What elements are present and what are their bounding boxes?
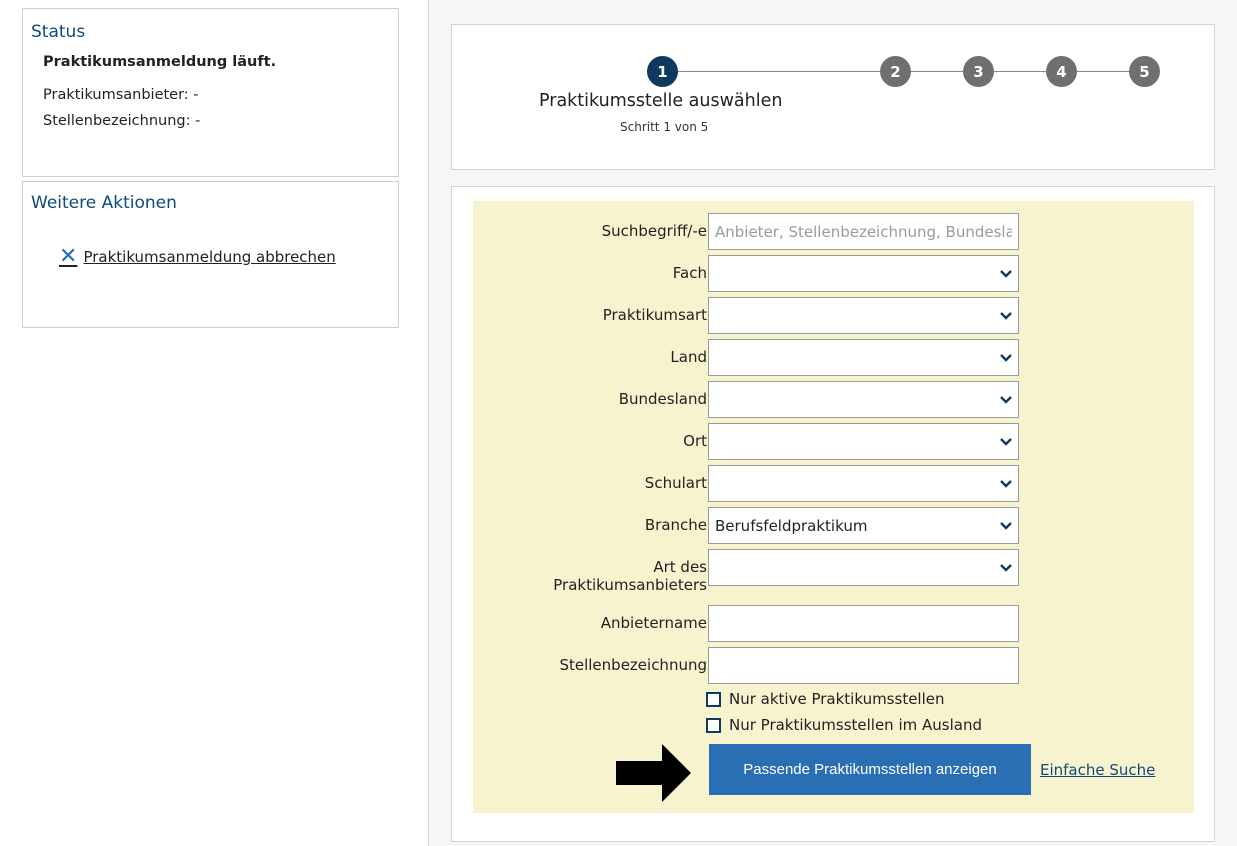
- praktikumsart-select[interactable]: [708, 297, 1019, 334]
- search-form: Suchbegriff/-e Fach Praktikumsart: [473, 201, 1194, 813]
- chevron-down-icon: [1000, 563, 1012, 572]
- only-active-checkbox-row[interactable]: Nur aktive Praktikumsstellen: [706, 690, 945, 708]
- branche-select[interactable]: Berufsfeldpraktikum: [708, 507, 1019, 544]
- simple-search-link[interactable]: Einfache Suche: [1040, 761, 1155, 779]
- step-5: 5: [1129, 56, 1160, 87]
- ort-label: Ort: [683, 432, 707, 450]
- main-content: 1 2 3 4 5 Praktikumsstelle auswählen Sch…: [428, 0, 1237, 846]
- only-active-checkbox[interactable]: [706, 691, 721, 707]
- chevron-down-icon: [1000, 479, 1012, 488]
- anbieterart-select[interactable]: [708, 549, 1019, 586]
- step-connector: [1077, 71, 1129, 72]
- status-provider: Praktikumsanbieter: -: [43, 87, 199, 103]
- cancel-registration-label: Praktikumsanmeldung abbrechen: [83, 248, 336, 266]
- chevron-down-icon: [1000, 353, 1012, 362]
- actions-title: Weitere Aktionen: [31, 193, 177, 213]
- status-panel: Status Praktikumsanmeldung läuft. Prakti…: [22, 8, 399, 177]
- step-4: 4: [1046, 56, 1077, 87]
- chevron-down-icon: [1000, 521, 1012, 530]
- anbieterart-label: Art des Praktikumsanbieters: [553, 558, 707, 594]
- close-icon: ✕: [59, 244, 78, 269]
- step-title: Praktikumsstelle auswählen: [539, 91, 783, 111]
- chevron-down-icon: [1000, 437, 1012, 446]
- land-label: Land: [670, 348, 707, 366]
- step-3: 3: [963, 56, 994, 87]
- arrow-right-icon: [616, 744, 691, 802]
- anbieterart-label-line1: Art des: [653, 558, 707, 576]
- schulart-select[interactable]: [708, 465, 1019, 502]
- only-active-label: Nur aktive Praktikumsstellen: [729, 690, 945, 708]
- ort-select[interactable]: [708, 423, 1019, 460]
- praktikumsart-label: Praktikumsart: [602, 306, 707, 324]
- step-subtitle: Schritt 1 von 5: [620, 120, 709, 134]
- stepper-panel: 1 2 3 4 5 Praktikumsstelle auswählen Sch…: [451, 24, 1215, 170]
- search-form-panel: Suchbegriff/-e Fach Praktikumsart: [451, 186, 1215, 842]
- sidebar: Status Praktikumsanmeldung läuft. Prakti…: [22, 8, 399, 328]
- show-matching-positions-button[interactable]: Passende Praktikumsstellen anzeigen: [709, 744, 1031, 795]
- chevron-down-icon: [1000, 269, 1012, 278]
- fach-label: Fach: [672, 264, 707, 282]
- search-terms-input[interactable]: [708, 213, 1019, 250]
- anbietername-input[interactable]: [708, 605, 1019, 642]
- bundesland-select[interactable]: [708, 381, 1019, 418]
- anbietername-label: Anbietername: [600, 614, 707, 632]
- stellenbezeichnung-input[interactable]: [708, 647, 1019, 684]
- branche-label: Branche: [644, 516, 707, 534]
- anbieterart-label-line2: Praktikumsanbieters: [553, 576, 707, 594]
- status-state: Praktikumsanmeldung läuft.: [43, 54, 277, 70]
- step-connector: [911, 71, 963, 72]
- step-2: 2: [880, 56, 911, 87]
- step-connector: [678, 71, 880, 72]
- chevron-down-icon: [1000, 311, 1012, 320]
- branche-value: Berufsfeldpraktikum: [715, 516, 868, 535]
- step-1: 1: [647, 56, 678, 87]
- only-abroad-label: Nur Praktikumsstellen im Ausland: [729, 716, 982, 734]
- actions-panel: Weitere Aktionen ✕ Praktikumsanmeldung a…: [22, 181, 399, 328]
- bundesland-label: Bundesland: [618, 390, 707, 408]
- only-abroad-checkbox[interactable]: [706, 717, 721, 733]
- stellenbezeichnung-label: Stellenbezeichnung: [559, 656, 707, 674]
- status-position: Stellenbezeichnung: -: [43, 113, 201, 129]
- land-select[interactable]: [708, 339, 1019, 376]
- cancel-registration-link[interactable]: ✕ Praktikumsanmeldung abbrechen: [59, 244, 390, 269]
- fach-select[interactable]: [708, 255, 1019, 292]
- schulart-label: Schulart: [644, 474, 707, 492]
- only-abroad-checkbox-row[interactable]: Nur Praktikumsstellen im Ausland: [706, 716, 982, 734]
- step-connector: [994, 71, 1046, 72]
- status-title: Status: [31, 22, 86, 42]
- search-terms-label: Suchbegriff/-e: [601, 222, 707, 240]
- chevron-down-icon: [1000, 395, 1012, 404]
